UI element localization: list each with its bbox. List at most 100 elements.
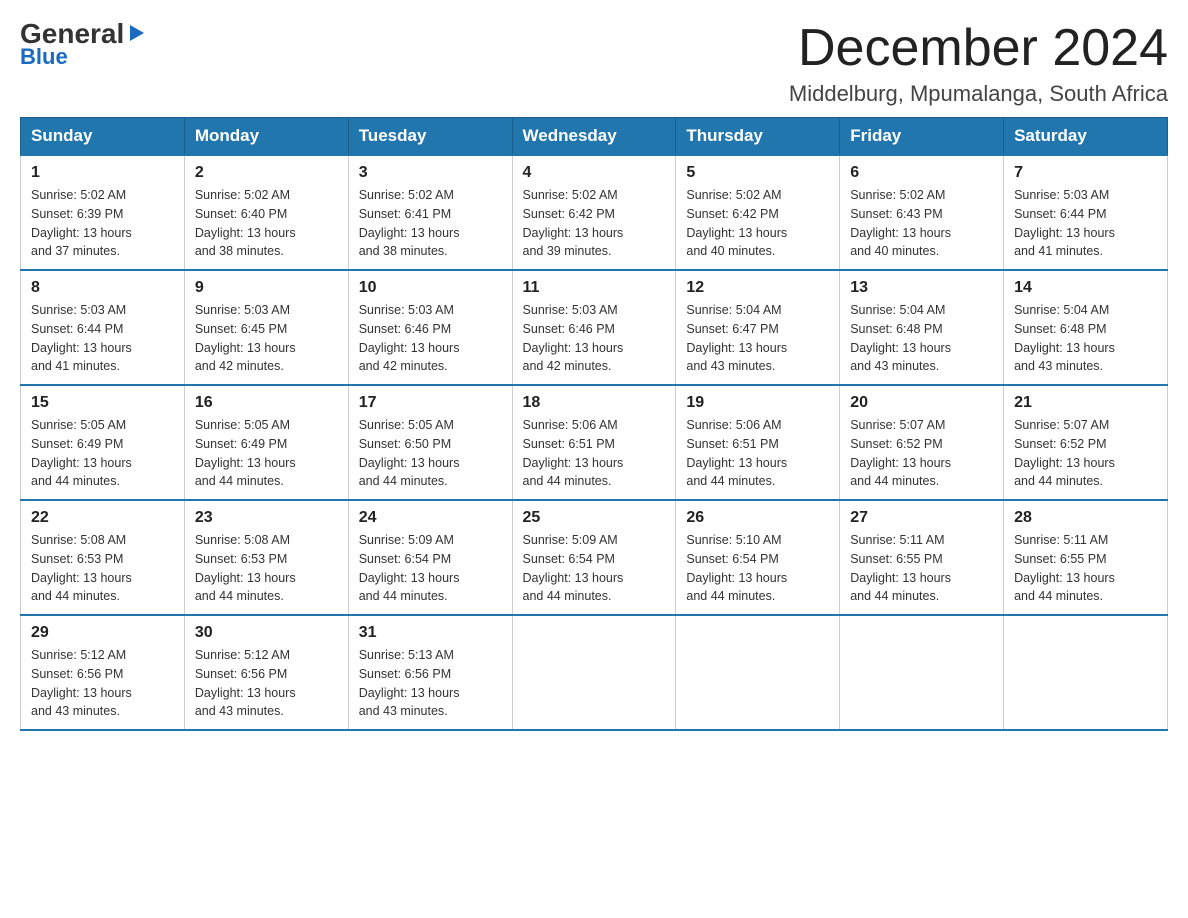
day-number: 11 bbox=[523, 279, 666, 297]
day-info: Sunrise: 5:02 AMSunset: 6:42 PMDaylight:… bbox=[523, 186, 666, 261]
calendar-cell: 8 Sunrise: 5:03 AMSunset: 6:44 PMDaylight… bbox=[21, 270, 185, 385]
day-info: Sunrise: 5:02 AMSunset: 6:43 PMDaylight:… bbox=[850, 186, 993, 261]
day-info: Sunrise: 5:03 AMSunset: 6:44 PMDaylight:… bbox=[1014, 186, 1157, 261]
calendar-cell: 4Sunrise: 5:02 AMSunset: 6:42 PMDaylight… bbox=[512, 155, 676, 270]
month-title: December 2024 bbox=[789, 20, 1168, 77]
weekday-header-sunday: Sunday bbox=[21, 118, 185, 156]
calendar-cell: 29 Sunrise: 5:12 AMSunset: 6:56 PMDayligh… bbox=[21, 615, 185, 730]
day-number: 7 bbox=[1014, 164, 1157, 182]
day-number: 25 bbox=[523, 509, 666, 527]
calendar-cell: 2 Sunrise: 5:02 AMSunset: 6:40 PMDaylight… bbox=[184, 155, 348, 270]
day-number: 5 bbox=[686, 164, 829, 182]
day-info: Sunrise: 5:05 AMSunset: 6:49 PMDaylight:… bbox=[195, 416, 338, 491]
day-info: Sunrise: 5:02 AMSunset: 6:41 PMDaylight:… bbox=[359, 186, 502, 261]
weekday-header-thursday: Thursday bbox=[676, 118, 840, 156]
calendar-cell bbox=[840, 615, 1004, 730]
calendar-week-row: 15 Sunrise: 5:05 AMSunset: 6:49 PMDayligh… bbox=[21, 385, 1168, 500]
day-info: Sunrise: 5:07 AMSunset: 6:52 PMDaylight:… bbox=[850, 416, 993, 491]
page-header: General Blue December 2024 Middelburg, M… bbox=[20, 20, 1168, 107]
day-info: Sunrise: 5:02 AMSunset: 6:40 PMDaylight:… bbox=[195, 186, 338, 261]
day-number: 19 bbox=[686, 394, 829, 412]
day-info: Sunrise: 5:08 AMSunset: 6:53 PMDaylight:… bbox=[195, 531, 338, 606]
day-info: Sunrise: 5:08 AMSunset: 6:53 PMDaylight:… bbox=[31, 531, 174, 606]
day-number: 31 bbox=[359, 624, 502, 642]
logo: General Blue bbox=[20, 20, 148, 70]
day-info: Sunrise: 5:04 AMSunset: 6:48 PMDaylight:… bbox=[850, 301, 993, 376]
day-number: 9 bbox=[195, 279, 338, 297]
calendar-cell bbox=[676, 615, 840, 730]
day-info: Sunrise: 5:02 AMSunset: 6:42 PMDaylight:… bbox=[686, 186, 829, 261]
day-number: 24 bbox=[359, 509, 502, 527]
day-info: Sunrise: 5:06 AMSunset: 6:51 PMDaylight:… bbox=[686, 416, 829, 491]
calendar-cell: 17 Sunrise: 5:05 AMSunset: 6:50 PMDayligh… bbox=[348, 385, 512, 500]
calendar-cell: 18Sunrise: 5:06 AMSunset: 6:51 PMDayligh… bbox=[512, 385, 676, 500]
day-number: 8 bbox=[31, 279, 174, 297]
day-number: 10 bbox=[359, 279, 502, 297]
calendar-cell: 5 Sunrise: 5:02 AMSunset: 6:42 PMDaylight… bbox=[676, 155, 840, 270]
day-info: Sunrise: 5:03 AMSunset: 6:44 PMDaylight:… bbox=[31, 301, 174, 376]
logo-blue: Blue bbox=[20, 44, 68, 70]
day-number: 17 bbox=[359, 394, 502, 412]
calendar-cell: 31 Sunrise: 5:13 AMSunset: 6:56 PMDayligh… bbox=[348, 615, 512, 730]
day-number: 3 bbox=[359, 164, 502, 182]
day-number: 29 bbox=[31, 624, 174, 642]
day-info: Sunrise: 5:03 AMSunset: 6:45 PMDaylight:… bbox=[195, 301, 338, 376]
day-number: 27 bbox=[850, 509, 993, 527]
calendar-cell: 23 Sunrise: 5:08 AMSunset: 6:53 PMDayligh… bbox=[184, 500, 348, 615]
calendar-cell: 30 Sunrise: 5:12 AMSunset: 6:56 PMDayligh… bbox=[184, 615, 348, 730]
weekday-header-friday: Friday bbox=[840, 118, 1004, 156]
calendar-cell: 20Sunrise: 5:07 AMSunset: 6:52 PMDayligh… bbox=[840, 385, 1004, 500]
calendar-cell: 24 Sunrise: 5:09 AMSunset: 6:54 PMDayligh… bbox=[348, 500, 512, 615]
day-info: Sunrise: 5:04 AMSunset: 6:48 PMDaylight:… bbox=[1014, 301, 1157, 376]
day-number: 2 bbox=[195, 164, 338, 182]
day-info: Sunrise: 5:12 AMSunset: 6:56 PMDaylight:… bbox=[31, 646, 174, 721]
calendar-cell: 21 Sunrise: 5:07 AMSunset: 6:52 PMDayligh… bbox=[1004, 385, 1168, 500]
location-title: Middelburg, Mpumalanga, South Africa bbox=[789, 81, 1168, 107]
day-number: 26 bbox=[686, 509, 829, 527]
day-info: Sunrise: 5:11 AMSunset: 6:55 PMDaylight:… bbox=[1014, 531, 1157, 606]
day-info: Sunrise: 5:04 AMSunset: 6:47 PMDaylight:… bbox=[686, 301, 829, 376]
calendar-cell: 9 Sunrise: 5:03 AMSunset: 6:45 PMDaylight… bbox=[184, 270, 348, 385]
weekday-header-tuesday: Tuesday bbox=[348, 118, 512, 156]
calendar-cell: 6Sunrise: 5:02 AMSunset: 6:43 PMDaylight… bbox=[840, 155, 1004, 270]
weekday-header-monday: Monday bbox=[184, 118, 348, 156]
weekday-header-saturday: Saturday bbox=[1004, 118, 1168, 156]
day-number: 18 bbox=[523, 394, 666, 412]
day-info: Sunrise: 5:05 AMSunset: 6:49 PMDaylight:… bbox=[31, 416, 174, 491]
title-area: December 2024 Middelburg, Mpumalanga, So… bbox=[789, 20, 1168, 107]
calendar-cell: 15 Sunrise: 5:05 AMSunset: 6:49 PMDayligh… bbox=[21, 385, 185, 500]
day-info: Sunrise: 5:03 AMSunset: 6:46 PMDaylight:… bbox=[359, 301, 502, 376]
calendar-week-row: 29 Sunrise: 5:12 AMSunset: 6:56 PMDayligh… bbox=[21, 615, 1168, 730]
calendar-table: SundayMondayTuesdayWednesdayThursdayFrid… bbox=[20, 117, 1168, 731]
day-info: Sunrise: 5:05 AMSunset: 6:50 PMDaylight:… bbox=[359, 416, 502, 491]
calendar-cell: 11 Sunrise: 5:03 AMSunset: 6:46 PMDayligh… bbox=[512, 270, 676, 385]
day-info: Sunrise: 5:12 AMSunset: 6:56 PMDaylight:… bbox=[195, 646, 338, 721]
calendar-cell: 19 Sunrise: 5:06 AMSunset: 6:51 PMDayligh… bbox=[676, 385, 840, 500]
day-number: 16 bbox=[195, 394, 338, 412]
day-info: Sunrise: 5:13 AMSunset: 6:56 PMDaylight:… bbox=[359, 646, 502, 721]
day-info: Sunrise: 5:02 AMSunset: 6:39 PMDaylight:… bbox=[31, 186, 174, 261]
logo-arrow-icon bbox=[126, 22, 148, 44]
calendar-week-row: 1Sunrise: 5:02 AMSunset: 6:39 PMDaylight… bbox=[21, 155, 1168, 270]
day-info: Sunrise: 5:03 AMSunset: 6:46 PMDaylight:… bbox=[523, 301, 666, 376]
calendar-cell: 7 Sunrise: 5:03 AMSunset: 6:44 PMDaylight… bbox=[1004, 155, 1168, 270]
day-number: 15 bbox=[31, 394, 174, 412]
calendar-cell bbox=[512, 615, 676, 730]
calendar-cell: 10 Sunrise: 5:03 AMSunset: 6:46 PMDayligh… bbox=[348, 270, 512, 385]
calendar-cell bbox=[1004, 615, 1168, 730]
day-info: Sunrise: 5:09 AMSunset: 6:54 PMDaylight:… bbox=[359, 531, 502, 606]
day-number: 12 bbox=[686, 279, 829, 297]
day-info: Sunrise: 5:09 AMSunset: 6:54 PMDaylight:… bbox=[523, 531, 666, 606]
day-number: 30 bbox=[195, 624, 338, 642]
day-number: 21 bbox=[1014, 394, 1157, 412]
calendar-cell: 22Sunrise: 5:08 AMSunset: 6:53 PMDayligh… bbox=[21, 500, 185, 615]
calendar-cell: 16 Sunrise: 5:05 AMSunset: 6:49 PMDayligh… bbox=[184, 385, 348, 500]
day-info: Sunrise: 5:10 AMSunset: 6:54 PMDaylight:… bbox=[686, 531, 829, 606]
calendar-cell: 25 Sunrise: 5:09 AMSunset: 6:54 PMDayligh… bbox=[512, 500, 676, 615]
calendar-cell: 26 Sunrise: 5:10 AMSunset: 6:54 PMDayligh… bbox=[676, 500, 840, 615]
day-number: 23 bbox=[195, 509, 338, 527]
weekday-header-row: SundayMondayTuesdayWednesdayThursdayFrid… bbox=[21, 118, 1168, 156]
day-info: Sunrise: 5:07 AMSunset: 6:52 PMDaylight:… bbox=[1014, 416, 1157, 491]
day-number: 14 bbox=[1014, 279, 1157, 297]
calendar-cell: 28Sunrise: 5:11 AMSunset: 6:55 PMDayligh… bbox=[1004, 500, 1168, 615]
